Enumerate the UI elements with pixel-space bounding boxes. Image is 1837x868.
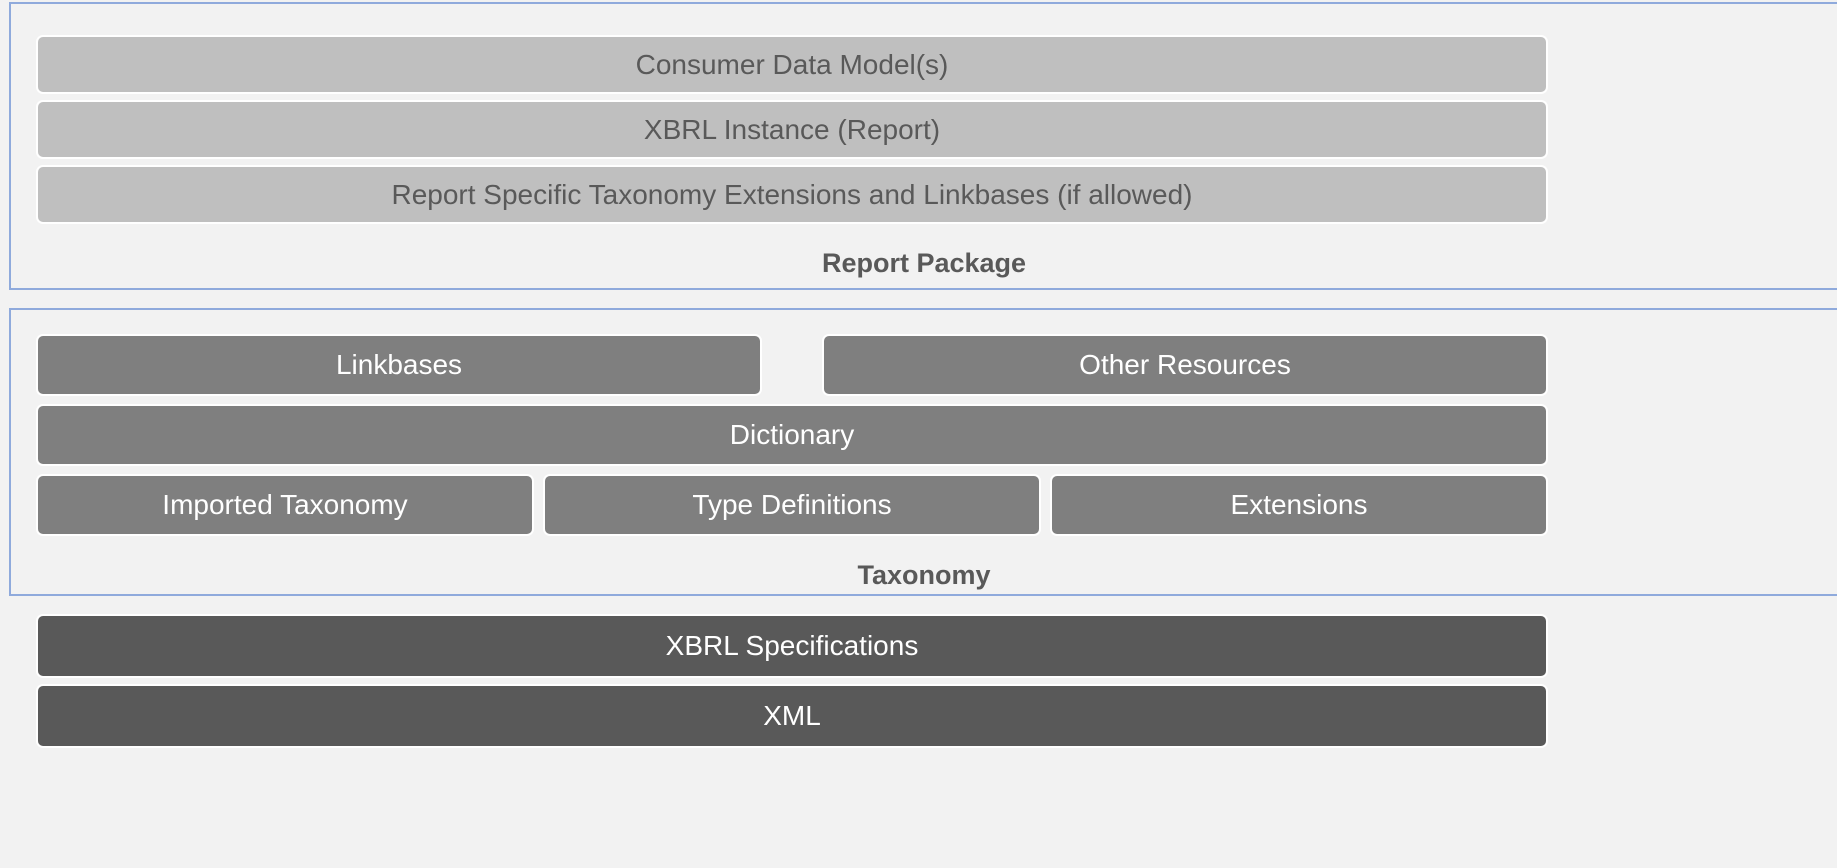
imported-taxonomy-block: Imported Taxonomy (36, 474, 534, 536)
other-resources-block: Other Resources (822, 334, 1548, 396)
consumer-data-model-block: Consumer Data Model(s) (36, 35, 1548, 94)
dictionary-block: Dictionary (36, 404, 1548, 466)
report-specific-extensions-block: Report Specific Taxonomy Extensions and … (36, 165, 1548, 224)
xbrl-specifications-block: XBRL Specifications (36, 614, 1548, 678)
extensions-block: Extensions (1050, 474, 1548, 536)
linkbases-block: Linkbases (36, 334, 762, 396)
report-package-title: Report Package (821, 248, 1027, 278)
xbrl-instance-block: XBRL Instance (Report) (36, 100, 1548, 159)
xml-block: XML (36, 684, 1548, 748)
taxonomy-title: Taxonomy (857, 560, 991, 590)
type-definitions-block: Type Definitions (543, 474, 1041, 536)
